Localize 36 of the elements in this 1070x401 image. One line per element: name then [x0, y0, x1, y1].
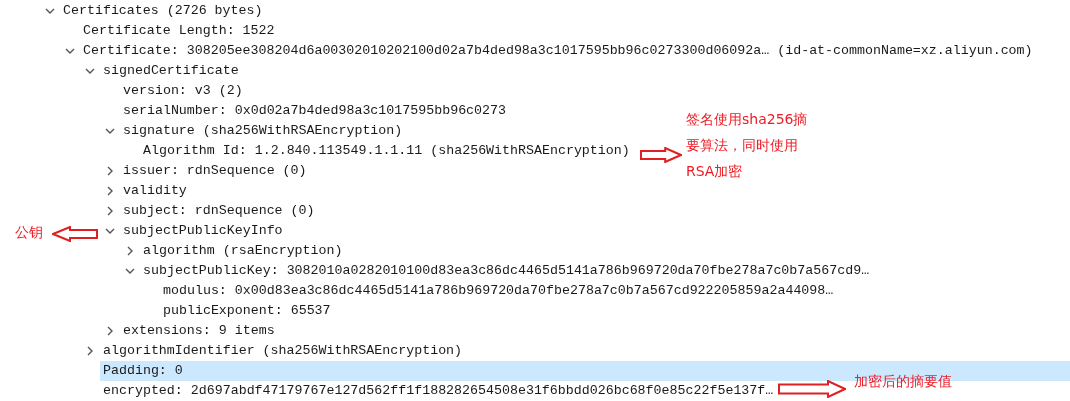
- tree-item[interactable]: Certificate: 308205ee308204d6a00302010202100d02a7b4ded98a3c1017595bb96c0273300d06092a… (id-at-commonName=xz.aliyun.com): [80, 41, 1033, 61]
- tree-item[interactable]: encrypted: 2d697abdf47179767e127d562ff1f188282654508e31f6bbdd026bc68f0e85c22f5e137f…: [100, 381, 774, 401]
- tree-item[interactable]: algorithm (rsaEncryption): [140, 241, 343, 261]
- tree-item[interactable]: extensions: 9 items: [120, 321, 275, 341]
- tree-item[interactable]: Certificates (2726 bytes): [60, 1, 263, 21]
- chevron-down-icon[interactable]: [105, 226, 115, 236]
- chevron-down-icon[interactable]: [65, 46, 75, 56]
- tree-item[interactable]: signature (sha256WithRSAEncryption): [120, 121, 403, 141]
- tree-item[interactable]: serialNumber: 0x0d02a7b4ded98a3c1017595bb96c0273: [120, 101, 506, 121]
- arrow-icon: [640, 147, 682, 163]
- tree-item[interactable]: version: v3 (2): [120, 81, 243, 101]
- annotation-text: 公钥: [15, 223, 44, 242]
- annotation-text: 签名使用sha256摘要算法，同时使用RSA加密: [686, 110, 809, 181]
- tree-item[interactable]: algorithmIdentifier (sha256WithRSAEncryption): [100, 341, 463, 361]
- chevron-right-icon[interactable]: [125, 246, 135, 256]
- tree-item[interactable]: validity: [120, 181, 187, 201]
- arrow-icon: [52, 226, 98, 242]
- tree-item[interactable]: subjectPublicKeyInfo: [120, 221, 283, 241]
- chevron-right-icon[interactable]: [85, 346, 95, 356]
- chevron-right-icon[interactable]: [105, 326, 115, 336]
- tree-item[interactable]: signedCertificate: [100, 61, 239, 81]
- tree-item[interactable]: Certificate Length: 1522: [80, 21, 275, 41]
- tree-item[interactable]: Algorithm Id: 1.2.840.113549.1.1.11 (sha256WithRSAEncryption): [140, 141, 630, 161]
- chevron-down-icon[interactable]: [85, 66, 95, 76]
- chevron-down-icon[interactable]: [105, 126, 115, 136]
- tree-item[interactable]: subject: rdnSequence (0): [120, 201, 315, 221]
- chevron-down-icon[interactable]: [125, 266, 135, 276]
- tree-item[interactable]: subjectPublicKey: 3082010a0282010100d83ea3c86dc4465d5141a786b969720da70fbe278a7c0b7a567cd9…: [140, 261, 870, 281]
- arrow-icon: [778, 380, 846, 398]
- tree-item[interactable]: publicExponent: 65537: [160, 301, 331, 321]
- chevron-right-icon[interactable]: [105, 206, 115, 216]
- tree-item[interactable]: modulus: 0x00d83ea3c86dc4465d5141a786b969720da70fbe278a7c0b7a567cd922205859a2a44098…: [160, 281, 834, 301]
- chevron-right-icon[interactable]: [105, 166, 115, 176]
- chevron-right-icon[interactable]: [105, 186, 115, 196]
- chevron-down-icon[interactable]: [45, 6, 55, 16]
- tree-item[interactable]: issuer: rdnSequence (0): [120, 161, 307, 181]
